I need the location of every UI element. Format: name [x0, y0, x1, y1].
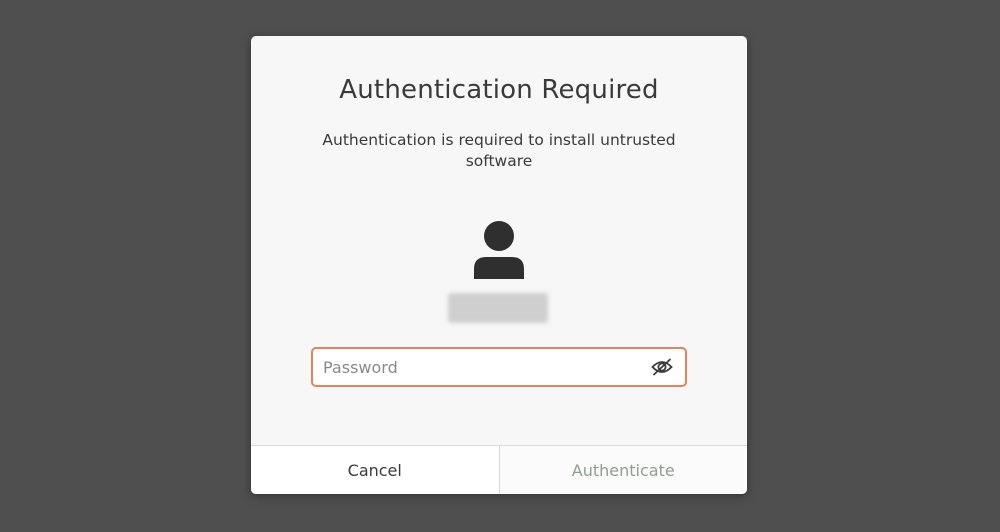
screen-backdrop: Authentication Required Authentication i…: [0, 0, 1000, 532]
dialog-message: Authentication is required to install un…: [322, 131, 676, 170]
authenticate-button[interactable]: Authenticate: [499, 446, 747, 494]
dialog-title: Authentication Required: [339, 75, 659, 105]
user-icon: [474, 221, 524, 279]
authentication-dialog: Authentication Required Authentication i…: [251, 36, 747, 494]
password-input[interactable]: [323, 349, 643, 385]
dialog-button-bar: Cancel Authenticate: [251, 445, 747, 494]
password-field[interactable]: [311, 347, 687, 387]
cancel-button[interactable]: Cancel: [251, 446, 500, 494]
eye-slash-icon[interactable]: [651, 358, 673, 376]
username-label: [448, 293, 548, 323]
